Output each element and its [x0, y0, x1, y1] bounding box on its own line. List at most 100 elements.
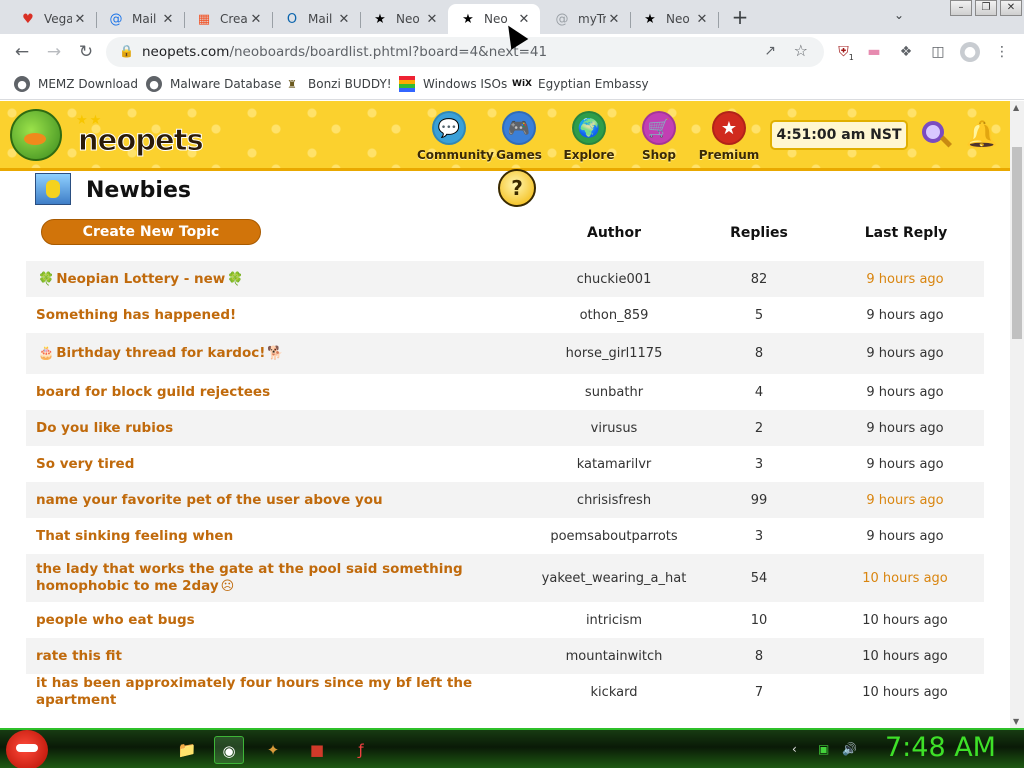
tab-close-icon[interactable]: ✕: [336, 12, 352, 27]
browser-tab[interactable]: O Mail ✕: [272, 4, 361, 34]
topic-last-reply[interactable]: 10 hours ago: [826, 602, 984, 638]
topic-link[interactable]: Something has happened!: [36, 307, 236, 323]
bookmark-bonzi-buddy[interactable]: ♜ Bonzi BUDDY!: [284, 76, 392, 92]
topic-author[interactable]: katamarilvr: [536, 446, 692, 482]
topic-link[interactable]: people who eat bugs: [36, 612, 195, 628]
topic-last-reply[interactable]: 10 hours ago: [826, 638, 984, 674]
maximize-button[interactable]: ❐: [975, 0, 997, 16]
shield-extension-icon[interactable]: ⛨1: [836, 42, 856, 62]
url-text[interactable]: neopets.com/neoboards/boardlist.phtml?bo…: [142, 44, 547, 60]
browser-tab[interactable]: @ Mail ✕: [96, 4, 185, 34]
scroll-up-arrow-icon[interactable]: ▲: [1013, 103, 1019, 112]
topic-link[interactable]: Neopian Lottery - new: [56, 271, 225, 287]
tab-close-icon[interactable]: ✕: [606, 12, 622, 27]
reload-icon[interactable]: ↻: [74, 40, 98, 64]
app-taskbar-icon[interactable]: ✦: [258, 736, 288, 764]
topic-link[interactable]: the lady that works the gate at the pool…: [36, 561, 463, 594]
nav-shop[interactable]: 🛒 Shop: [627, 111, 691, 162]
extensions-puzzle-icon[interactable]: ❖: [896, 42, 916, 62]
share-icon[interactable]: ↗: [764, 43, 776, 59]
back-arrow-icon[interactable]: ←: [10, 40, 34, 64]
topic-author[interactable]: yakeet_wearing_a_hat: [536, 554, 692, 602]
address-bar[interactable]: 🔒 neopets.com/neoboards/boardlist.phtml?…: [106, 37, 824, 67]
topic-author[interactable]: virusus: [536, 410, 692, 446]
topic-last-reply[interactable]: 10 hours ago: [826, 554, 984, 602]
browser-tab[interactable]: @ myTr ✕: [542, 4, 631, 34]
game-taskbar-icon[interactable]: ■: [302, 736, 332, 764]
side-panel-icon[interactable]: ◫: [928, 42, 948, 62]
browser-tab[interactable]: ★ Neo ✕: [448, 4, 540, 34]
tray-chevron-icon[interactable]: ‹: [792, 742, 797, 756]
new-tab-button[interactable]: +: [728, 6, 752, 30]
volume-icon[interactable]: 🔊: [842, 742, 857, 756]
tab-close-icon[interactable]: ✕: [694, 12, 710, 27]
bookmark-memz[interactable]: ● MEMZ Download: [14, 76, 138, 92]
nav-community[interactable]: 💬 Community: [417, 111, 494, 162]
menu-kebab-icon[interactable]: ⋮: [992, 42, 1012, 62]
profile-avatar-icon[interactable]: ●: [960, 42, 980, 62]
topic-author[interactable]: sunbathr: [536, 374, 692, 410]
file-explorer-icon[interactable]: 📁: [172, 736, 202, 764]
tab-search-chevron-icon[interactable]: ⌄: [894, 8, 904, 22]
topic-last-reply[interactable]: 9 hours ago: [826, 333, 984, 374]
browser-tab[interactable]: ♥ Vega ✕: [8, 4, 97, 34]
topic-last-reply[interactable]: 9 hours ago: [826, 374, 984, 410]
lock-icon[interactable]: 🔒: [119, 44, 134, 58]
topic-link[interactable]: name your favorite pet of the user above…: [36, 492, 383, 508]
tab-close-icon[interactable]: ✕: [160, 12, 176, 27]
topic-last-reply[interactable]: 9 hours ago: [826, 446, 984, 482]
topic-last-reply[interactable]: 9 hours ago: [826, 518, 984, 554]
topic-author[interactable]: mountainwitch: [536, 638, 692, 674]
nav-premium[interactable]: ★ Premium: [697, 111, 761, 162]
topic-link[interactable]: Birthday thread for kardoc!: [56, 345, 265, 361]
bookmark-malware-database[interactable]: ● Malware Database: [146, 76, 281, 92]
search-magnifier-icon[interactable]: [920, 119, 953, 151]
forward-arrow-icon[interactable]: →: [42, 40, 66, 64]
topic-link[interactable]: That sinking feeling when: [36, 528, 233, 544]
topic-author[interactable]: poemsaboutparrots: [536, 518, 692, 554]
browser-tab[interactable]: ★ Neo ✕: [360, 4, 448, 34]
notification-bell-icon[interactable]: 🔔: [965, 119, 999, 151]
topic-author[interactable]: othon_859: [536, 297, 692, 333]
scrollbar-thumb[interactable]: [1012, 147, 1022, 339]
topic-author[interactable]: horse_girl1175: [536, 333, 692, 374]
topic-link[interactable]: rate this fit: [36, 648, 122, 664]
tab-close-icon[interactable]: ✕: [424, 12, 440, 27]
create-new-topic-button[interactable]: Create New Topic: [41, 219, 261, 245]
browser-tab[interactable]: ★ Neo ✕: [630, 4, 719, 34]
topic-last-reply[interactable]: 9 hours ago: [826, 297, 984, 333]
page-scrollbar[interactable]: ▲ ▼: [1010, 101, 1024, 728]
tab-close-icon[interactable]: ✕: [248, 12, 264, 27]
bookmark-egyptian-embassy[interactable]: WiX Egyptian Embassy: [512, 76, 649, 92]
topic-link[interactable]: board for block guild rejectees: [36, 384, 270, 400]
minimize-button[interactable]: –: [950, 0, 972, 16]
bookmark-star-icon[interactable]: ☆: [794, 41, 808, 60]
topic-link[interactable]: it has been approximately four hours sin…: [36, 675, 472, 708]
neopets-mascot-logo[interactable]: [10, 109, 62, 161]
flag-extension-icon[interactable]: ▬: [864, 42, 884, 62]
chrome-taskbar-icon[interactable]: ◉: [214, 736, 244, 764]
flash-taskbar-icon[interactable]: ƒ: [346, 736, 376, 764]
browser-tab[interactable]: ▦ Crea ✕: [184, 4, 273, 34]
topic-last-reply[interactable]: 9 hours ago: [826, 410, 984, 446]
topic-last-reply[interactable]: 10 hours ago: [826, 674, 984, 710]
topic-link[interactable]: So very tired: [36, 456, 134, 472]
topic-author[interactable]: chuckie001: [536, 261, 692, 297]
nav-explore[interactable]: 🌍 Explore: [557, 111, 621, 162]
neopets-logo[interactable]: ★★ neopets: [76, 113, 204, 158]
network-icon[interactable]: ▣: [818, 742, 829, 756]
topic-author[interactable]: chrisisfresh: [536, 482, 692, 518]
nav-games[interactable]: 🎮 Games: [487, 111, 551, 162]
topic-author[interactable]: intricism: [536, 602, 692, 638]
scroll-down-arrow-icon[interactable]: ▼: [1013, 717, 1019, 726]
bookmark-windows-isos[interactable]: Windows ISOs: [399, 76, 507, 92]
help-question-button[interactable]: ?: [498, 169, 536, 207]
topic-link[interactable]: Do you like rubios: [36, 420, 173, 436]
topic-last-reply[interactable]: 9 hours ago: [826, 261, 984, 297]
close-window-button[interactable]: ✕: [1000, 0, 1022, 16]
topic-author[interactable]: kickard: [536, 674, 692, 710]
tab-close-icon[interactable]: ✕: [72, 12, 88, 27]
start-button-angry-bird-icon[interactable]: [6, 730, 48, 768]
taskbar-clock[interactable]: 7:48 AM: [885, 732, 996, 763]
topic-last-reply[interactable]: 9 hours ago: [826, 482, 984, 518]
